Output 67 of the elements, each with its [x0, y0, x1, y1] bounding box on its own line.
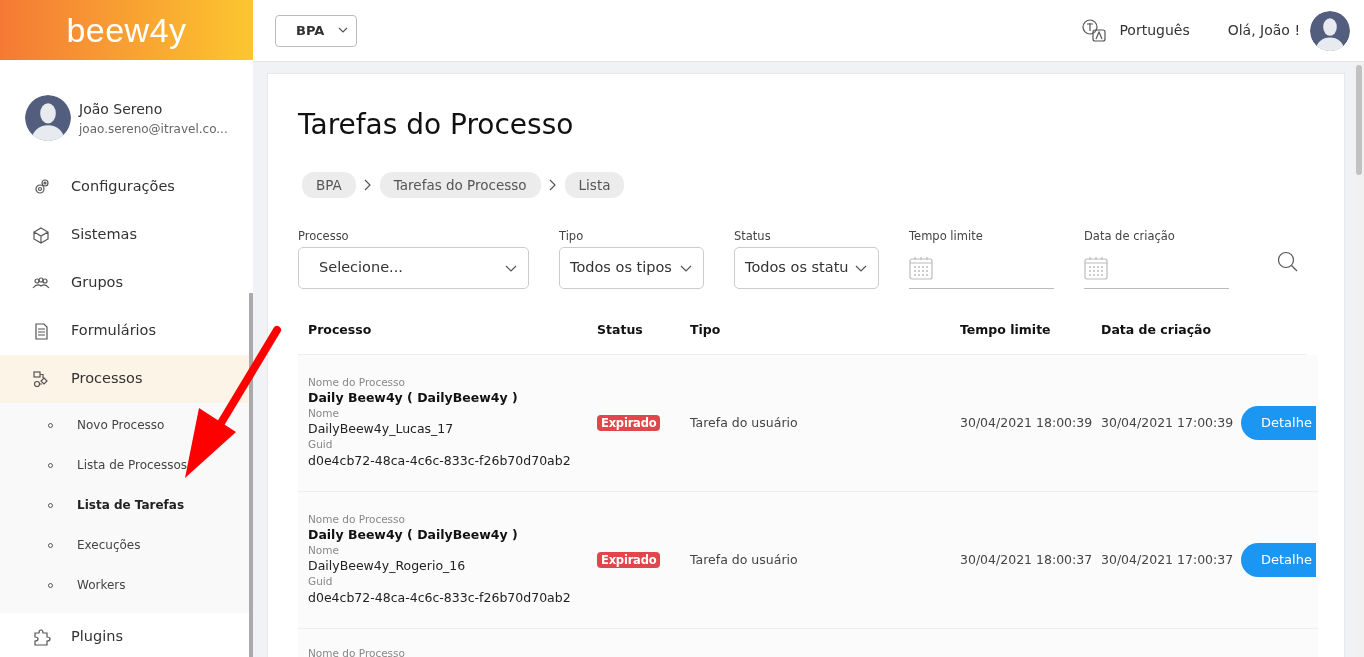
process-name: Daily Beew4y ( DailyBeew4y ): [308, 526, 519, 544]
sidebar-item[interactable]: Plugins: [0, 613, 253, 657]
logo: beew4y: [66, 13, 187, 47]
guid-text: d0e4cb72-48ca-4c6c-833c-f26b70d70ab2: [308, 589, 572, 607]
scrollbar-thumb[interactable]: [249, 293, 253, 657]
user-email: joao.sereno@itravel.co...: [79, 120, 228, 138]
status-badge: Expirado: [597, 552, 661, 569]
process-name: Daily Beew4y ( DailyBeew4y ): [308, 389, 519, 407]
breadcrumb-link[interactable]: BPA: [302, 171, 356, 198]
field-label: Nome: [308, 543, 340, 558]
table-cell: Tarefa do usuário: [690, 415, 798, 431]
module-select[interactable]: BPA: [275, 14, 358, 47]
document-icon: [32, 321, 51, 341]
filter-select[interactable]: Todos os statu: [734, 247, 879, 290]
avatar-icon: [1310, 10, 1350, 51]
submenu-item[interactable]: Lista de Tarefas: [0, 485, 253, 525]
translate-icon: [1081, 17, 1108, 44]
filter-select[interactable]: Todos os tipos: [559, 247, 704, 290]
language-selector[interactable]: Português: [1119, 20, 1190, 41]
sidebar-item[interactable]: Configurações: [0, 163, 253, 211]
field-label: Guid: [308, 438, 334, 452]
sidebar-item[interactable]: Grupos: [0, 259, 253, 307]
calendar-icon: [1084, 255, 1108, 280]
filter-label: Tempo limite: [909, 227, 984, 245]
puzzle-icon: [32, 627, 51, 647]
field-label: Nome do Processo: [308, 376, 406, 390]
cube-icon: [32, 225, 51, 245]
search-icon[interactable]: [1277, 251, 1299, 274]
sidebar-item[interactable]: Sistemas: [0, 211, 253, 259]
table-cell: 30/04/2021 17:00:37: [1101, 552, 1234, 568]
filter-label: Status: [734, 227, 772, 245]
chevron-down-icon: [679, 263, 693, 273]
user-name: João Sereno: [79, 99, 164, 119]
submenu-item[interactable]: Lista de Processos: [0, 445, 253, 485]
page-title: Tarefas do Processo: [298, 108, 575, 142]
chevron-right-icon: [548, 178, 557, 191]
calendar-icon: [909, 255, 933, 280]
chevron-right-icon: [363, 178, 372, 191]
field-label: Nome: [308, 406, 340, 421]
filter-label: Tipo: [559, 227, 585, 245]
table-cell: 30/04/2021 18:00:37: [960, 552, 1093, 568]
breadcrumb-link[interactable]: Tarefas do Processo: [379, 171, 541, 198]
field-label: Nome do Processo: [308, 647, 406, 657]
scrollbar-thumb[interactable]: [1356, 65, 1362, 175]
status-badge: Expirado: [597, 415, 661, 432]
guid-text: d0e4cb72-48ca-4c6c-833c-f26b70d70ab2: [308, 452, 572, 470]
submenu-item[interactable]: Novo Processo: [0, 405, 253, 445]
sidebar-item[interactable]: Formulários: [0, 307, 253, 355]
greeting: Olá, João !: [1227, 21, 1300, 40]
table-cell: 30/04/2021 18:00:39: [960, 415, 1093, 431]
table-cell: Tarefa do usuário: [690, 552, 798, 568]
filter-label: Processo: [298, 227, 350, 245]
submenu-item[interactable]: Execuções: [0, 525, 253, 565]
task-name: DailyBeew4y_Rogerio_16: [308, 557, 467, 576]
chevron-down-icon: [504, 263, 518, 273]
chevron-down-icon: [854, 263, 868, 273]
filter-select[interactable]: Selecione...: [298, 247, 529, 290]
table-cell: 30/04/2021 17:00:39: [1101, 415, 1234, 431]
field-label: Nome do Processo: [308, 513, 406, 527]
breadcrumb-link[interactable]: Lista: [564, 171, 625, 198]
submenu-item[interactable]: Workers: [0, 565, 253, 605]
field-label: Guid: [308, 575, 334, 589]
gears-icon: [32, 177, 51, 197]
task-name: DailyBeew4y_Lucas_17: [308, 420, 455, 439]
avatar-icon: [25, 95, 71, 141]
filter-label: Data de criação: [1084, 227, 1176, 245]
chevron-down-icon: [338, 27, 349, 34]
